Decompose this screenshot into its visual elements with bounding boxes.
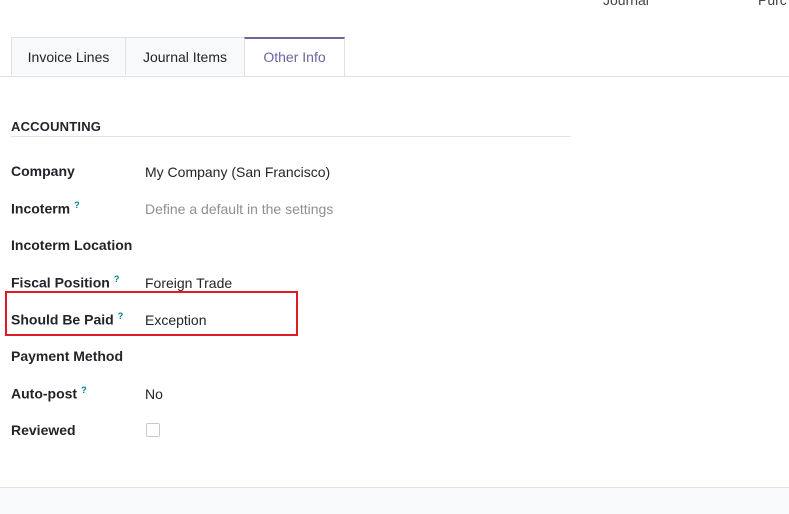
auto-post-field[interactable]: No [145, 386, 163, 402]
incoterm-location-row: Incoterm Location [11, 237, 571, 259]
header-fields: Journal Purc [0, 0, 789, 12]
fiscal-position-label: Fiscal Position [11, 274, 110, 291]
fiscal-position-label-wrap: Fiscal Position? [11, 274, 119, 291]
payment-method-label: Payment Method [11, 348, 124, 364]
reviewed-checkbox[interactable] [146, 423, 160, 437]
should-be-paid-label: Should Be Paid [11, 311, 114, 328]
incoterm-label: Incoterm [11, 200, 71, 217]
tab-invoice-lines[interactable]: Invoice Lines [11, 37, 126, 75]
auto-post-label-wrap: Auto-post? [11, 385, 87, 402]
chatter-area [0, 487, 789, 514]
auto-post-row: Auto-post? No [11, 385, 571, 407]
reviewed-row: Reviewed [11, 422, 571, 444]
help-icon[interactable]: ? [114, 274, 120, 284]
payment-method-row: Payment Method [11, 348, 571, 370]
incoterm-label-wrap: Incoterm? [11, 200, 80, 217]
section-title-accounting: ACCOUNTING [11, 119, 571, 137]
fiscal-position-field[interactable]: Foreign Trade [145, 275, 232, 291]
purchase-field-label: Purc [758, 0, 787, 8]
tab-other-info[interactable]: Other Info [244, 37, 345, 76]
fiscal-position-row: Fiscal Position? Foreign Trade [11, 274, 571, 296]
notebook-tabs: Invoice Lines Journal Items Other Info [0, 37, 789, 77]
help-icon[interactable]: ? [74, 200, 80, 210]
should-be-paid-row: Should Be Paid? Exception [11, 311, 571, 333]
incoterm-field[interactable]: Define a default in the settings [145, 201, 333, 217]
company-label: Company [11, 163, 75, 179]
should-be-paid-label-wrap: Should Be Paid? [11, 311, 123, 328]
help-icon[interactable]: ? [81, 385, 87, 395]
incoterm-row: Incoterm? Define a default in the settin… [11, 200, 571, 222]
auto-post-label: Auto-post [11, 385, 78, 402]
journal-field-label: Journal [603, 0, 649, 8]
company-row: Company My Company (San Francisco) [11, 163, 571, 185]
reviewed-label: Reviewed [11, 422, 76, 438]
company-field[interactable]: My Company (San Francisco) [145, 164, 330, 180]
should-be-paid-field[interactable]: Exception [145, 312, 206, 328]
help-icon[interactable]: ? [118, 311, 124, 321]
tab-journal-items[interactable]: Journal Items [125, 37, 245, 75]
page: Journal Purc Invoice Lines Journal Items… [0, 0, 789, 514]
incoterm-location-label: Incoterm Location [11, 237, 133, 253]
